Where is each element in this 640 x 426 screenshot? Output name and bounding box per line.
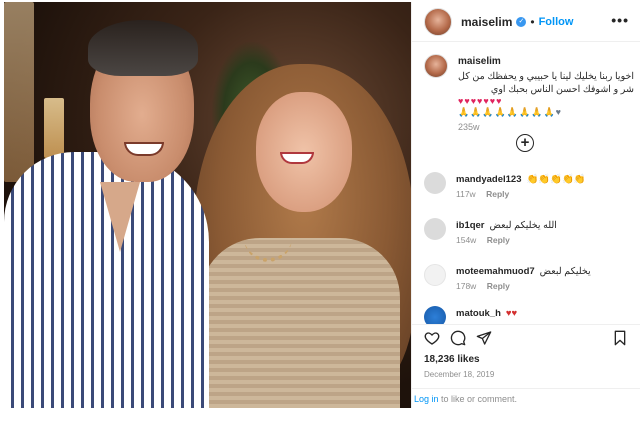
comment-item: mandyadel123 👏👏👏👏👏 117w Reply xyxy=(424,172,634,208)
comment-line: ib1qer الله يخليكم لبعض xyxy=(456,220,557,231)
reply-button[interactable]: Reply xyxy=(487,281,510,291)
comment-username[interactable]: ib1qer xyxy=(456,220,485,231)
comment-meta: 117w Reply xyxy=(456,189,517,199)
comment-avatar[interactable] xyxy=(424,306,446,324)
comment-line: matouk_h ♥♥ xyxy=(456,308,517,319)
login-link[interactable]: Log in xyxy=(414,394,439,404)
comment-icon[interactable] xyxy=(450,330,466,351)
comment-time: 154w xyxy=(456,235,477,245)
comment-time: 178w xyxy=(456,281,477,291)
comment-meta: 154w Reply xyxy=(456,235,518,245)
login-text: to like or comment. xyxy=(438,394,518,404)
bookmark-icon[interactable] xyxy=(613,330,627,351)
caption-praying-hands: 🙏🙏🙏🙏🙏🙏🙏🙏♥ xyxy=(458,107,562,117)
comment-item: matouk_h ♥♥ xyxy=(424,306,634,324)
caption-username[interactable]: maiselim xyxy=(458,56,501,67)
likes-count[interactable]: 18,236 likes xyxy=(424,354,480,365)
verified-badge-icon: ✓ xyxy=(516,16,527,27)
background-light xyxy=(4,2,34,182)
reply-button[interactable]: Reply xyxy=(487,235,510,245)
comment-text: ♥♥ xyxy=(505,308,518,319)
post-photo[interactable] xyxy=(4,2,411,408)
comment-text: الله يخليكم لبعض xyxy=(489,220,557,231)
comment-avatar[interactable] xyxy=(424,172,446,194)
comment-text: 👏👏👏👏👏 xyxy=(526,174,586,185)
post-panel: maiselim ✓ • Follow ••• maiselim اخويا ر… xyxy=(411,2,640,408)
comment-time: 117w xyxy=(456,189,476,199)
avatar[interactable] xyxy=(424,7,452,36)
caption-text: اخويا ربنا يخليك لينا يا حبيبي و يحفظك م… xyxy=(458,71,634,95)
comment-text: يخليكم لبعض xyxy=(539,266,591,277)
caption-hearts: ♥♥♥♥♥♥♥ xyxy=(458,96,503,106)
comment-meta: 178w Reply xyxy=(456,281,518,291)
comment-line: mandyadel123 👏👏👏👏👏 xyxy=(456,174,586,185)
login-prompt: Log in to like or comment. xyxy=(412,388,640,408)
reply-button[interactable]: Reply xyxy=(486,189,509,199)
caption-time: 235w xyxy=(458,122,480,132)
comment-item: moteemahmuod7 يخليكم لبعض 178w Reply xyxy=(424,264,634,300)
comment-item: ib1qer الله يخليكم لبعض 154w Reply xyxy=(424,218,634,254)
load-more-comments-button[interactable]: + xyxy=(516,134,534,152)
post-actions xyxy=(412,324,640,352)
share-icon[interactable] xyxy=(476,330,492,351)
comment-avatar[interactable] xyxy=(424,218,446,240)
comment-username[interactable]: moteemahmuod7 xyxy=(456,266,535,277)
post-header: maiselim ✓ • Follow ••• xyxy=(412,2,640,42)
woman-sweater xyxy=(200,238,400,408)
follow-button[interactable]: Follow xyxy=(539,16,574,28)
comment-line: moteemahmuod7 يخليكم لبعض xyxy=(456,266,591,277)
caption: maiselim اخويا ربنا يخليك لينا يا حبيبي … xyxy=(424,54,634,132)
comments-section[interactable]: maiselim اخويا ربنا يخليك لينا يا حبيبي … xyxy=(412,42,640,324)
caption-avatar[interactable] xyxy=(424,54,448,78)
more-options-icon[interactable]: ••• xyxy=(611,12,629,28)
comment-username[interactable]: mandyadel123 xyxy=(456,174,521,185)
post-username[interactable]: maiselim xyxy=(461,15,512,29)
comment-username[interactable]: matouk_h xyxy=(456,308,501,319)
separator-dot: • xyxy=(530,14,535,29)
heart-icon[interactable] xyxy=(424,330,440,351)
comment-avatar[interactable] xyxy=(424,264,446,286)
background-lamp xyxy=(44,98,64,158)
post-date: December 18, 2019 xyxy=(424,370,495,379)
man-hair xyxy=(88,20,198,76)
